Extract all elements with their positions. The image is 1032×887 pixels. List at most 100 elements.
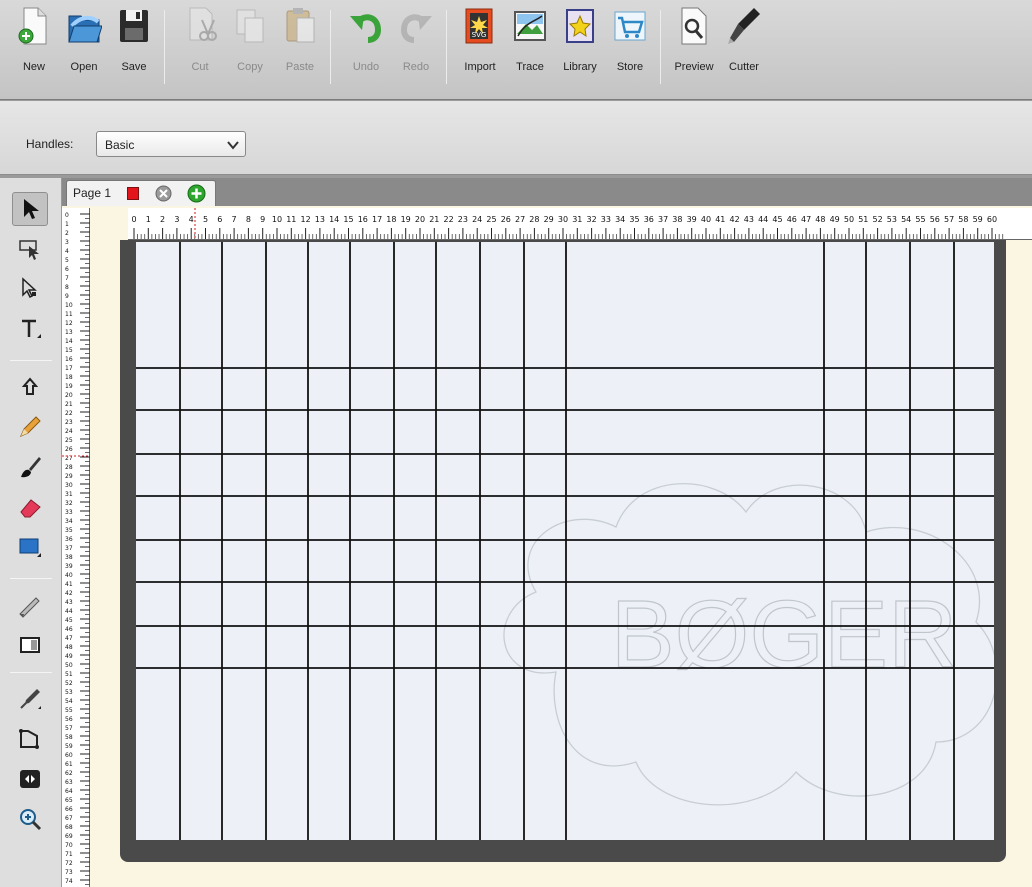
ruler-tick-label: 36 — [65, 536, 73, 543]
ruler-tick-label: 51 — [65, 671, 73, 678]
ruler-tick-label: 55 — [65, 707, 73, 714]
undo-button[interactable]: Undo — [342, 6, 390, 86]
ruler-tick-label: 17 — [372, 215, 382, 224]
paste-button[interactable]: Paste — [276, 6, 324, 86]
ruler-tick-label: 24 — [65, 428, 73, 435]
ruler-tick-label: 3 — [65, 239, 69, 246]
eraser-icon — [20, 499, 41, 518]
ruler-tick-label: 10 — [65, 302, 73, 309]
ruler-tick-label: 21 — [65, 401, 73, 408]
ruler-tick-label: 26 — [65, 446, 73, 453]
ruler-tick-label: 40 — [65, 572, 73, 579]
new-button[interactable]: New — [10, 6, 58, 86]
chevron-down-icon — [227, 141, 239, 150]
ruler-tick-label: 70 — [65, 842, 73, 849]
node-edit-tool[interactable] — [12, 272, 48, 306]
ruler-tick-label: 73 — [65, 869, 73, 876]
ruler-tick-label: 13 — [315, 215, 325, 224]
trace-button[interactable]: Trace — [506, 6, 554, 86]
redo-button[interactable]: Redo — [392, 6, 440, 86]
ruler-tick-label: 49 — [65, 653, 73, 660]
eyedropper-tool[interactable] — [12, 682, 48, 716]
ruler-tick-label: 12 — [65, 320, 73, 327]
ruler-tick-label: 52 — [873, 215, 883, 224]
ruler-tick-label: 23 — [458, 215, 468, 224]
eraser-tool[interactable] — [12, 490, 48, 524]
ruler-tick-label: 18 — [65, 374, 73, 381]
tool-palette — [0, 178, 62, 887]
ruler-tick-label: 35 — [65, 527, 73, 534]
left-ruler[interactable]: 0 1 2 3 4 5 6 7 8 9 10 11 12 13 14 15 16 17 18 19 20 21 22 23 24… — [62, 208, 90, 887]
page-color-swatch[interactable] — [127, 187, 139, 200]
ruler-tick-label: 39 — [65, 563, 73, 570]
brush-icon — [21, 457, 41, 478]
ruler-tick-label: 0 — [65, 212, 69, 219]
ruler-tick-label: 14 — [329, 215, 339, 224]
cutting-area[interactable]: BØGER — [136, 242, 994, 840]
ruler-tick-label: 5 — [65, 257, 69, 264]
fit-view-tool[interactable] — [12, 762, 48, 796]
handles-dropdown[interactable]: Basic — [96, 131, 246, 157]
ruler-tick-label: 37 — [65, 545, 73, 552]
ruler-tick-label: 64 — [65, 788, 73, 795]
library-button[interactable]: Library — [556, 6, 604, 86]
ruler-tick-label: 66 — [65, 806, 73, 813]
cut-button[interactable]: Cut — [176, 6, 224, 86]
shadow-tool[interactable] — [12, 628, 48, 662]
ruler-tick-label: 50 — [844, 215, 854, 224]
cutter-button[interactable]: Cutter — [720, 6, 768, 86]
ruler-tick-label: 30 — [558, 215, 568, 224]
open-button[interactable]: Open — [60, 6, 108, 86]
floppy-disk-icon — [116, 6, 152, 46]
ruler-tick-label: 71 — [65, 851, 73, 858]
add-page-icon[interactable] — [187, 184, 206, 203]
copy-button[interactable]: Copy — [226, 6, 274, 86]
ruler-tick-label: 45 — [65, 617, 73, 624]
ruler-tick-label: 37 — [658, 215, 668, 224]
ruler-tick-label: 42 — [65, 590, 73, 597]
arrow-pointer-icon — [24, 199, 39, 219]
save-button[interactable]: Save — [110, 6, 158, 86]
ruler-tick-label: 42 — [730, 215, 740, 224]
top-ruler[interactable]: 0 1 2 3 4 5 6 7 8 9 10 11 12 13 14 15 16 17 18 19 20 21 22 23 24… — [128, 208, 1032, 240]
ruler-tick-label: 38 — [672, 215, 682, 224]
shopping-cart-icon — [612, 6, 648, 46]
shape-tool[interactable] — [12, 370, 48, 404]
ruler-tick-label: 7 — [232, 215, 237, 224]
tab-page-1[interactable]: Page 1 — [66, 180, 216, 206]
ruler-tick-label: 54 — [901, 215, 911, 224]
pencil-tool[interactable] — [12, 410, 48, 444]
select-tool[interactable] — [12, 192, 48, 226]
ruler-tick-label: 46 — [787, 215, 797, 224]
ruler-tick-label: 49 — [830, 215, 840, 224]
knife-tool[interactable] — [12, 588, 48, 622]
ruler-tick-label: 56 — [65, 716, 73, 723]
ruler-tick-label: 8 — [246, 215, 251, 224]
ruler-tick-label: 22 — [65, 410, 73, 417]
preview-button[interactable]: Preview — [670, 6, 718, 86]
ruler-tick-label: 57 — [65, 725, 73, 732]
ruler-tick-label: 21 — [429, 215, 439, 224]
rectangle-tool[interactable] — [12, 530, 48, 564]
ruler-tick-label: 62 — [65, 770, 73, 777]
import-button[interactable]: SVG Import — [456, 6, 504, 86]
ruler-tick-label: 29 — [65, 473, 73, 480]
store-button[interactable]: Store — [606, 6, 654, 86]
ruler-tick-label: 11 — [65, 311, 73, 318]
zoom-magnifier-icon — [20, 809, 42, 831]
text-tool[interactable] — [12, 312, 48, 346]
ruler-tick-label: 15 — [343, 215, 353, 224]
ruler-tick-label: 30 — [65, 482, 73, 489]
ruler-tick-label: 58 — [65, 734, 73, 741]
group-select-tool[interactable] — [12, 232, 48, 266]
brush-tool[interactable] — [12, 450, 48, 484]
ruler-tick-label: 6 — [65, 266, 69, 273]
ruler-tick-label: 2 — [160, 215, 165, 224]
toolbar-separator — [164, 10, 165, 84]
close-page-icon[interactable] — [155, 185, 172, 202]
copy-icon — [232, 6, 268, 46]
ruler-tick-label: 22 — [444, 215, 454, 224]
crop-tool[interactable] — [12, 722, 48, 756]
ruler-tick-label: 56 — [930, 215, 940, 224]
zoom-tool[interactable] — [12, 802, 48, 836]
